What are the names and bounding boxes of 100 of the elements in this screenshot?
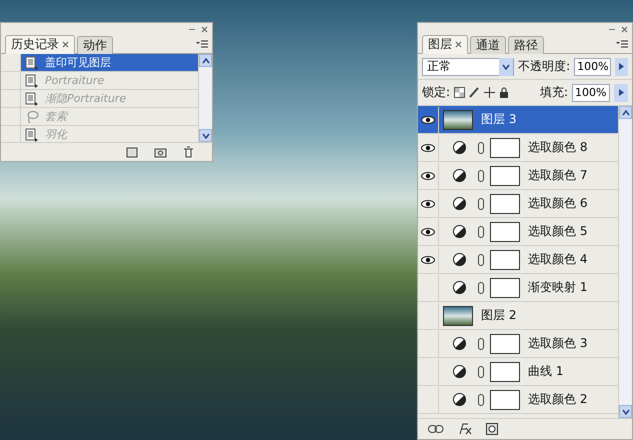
chain-link-icon bbox=[478, 254, 484, 266]
document-icon bbox=[25, 56, 39, 70]
lock-transparency-icon[interactable] bbox=[454, 87, 466, 98]
minimize-icon[interactable] bbox=[609, 28, 615, 30]
fill-field[interactable]: 100% bbox=[572, 84, 610, 102]
layer-mask-thumbnail bbox=[490, 278, 520, 298]
eye-icon bbox=[421, 116, 435, 124]
document-icon bbox=[25, 128, 39, 142]
layer-mask-thumbnail bbox=[490, 362, 520, 382]
adjustment-layer-icon bbox=[453, 365, 466, 378]
adjustment-layer-icon bbox=[453, 197, 466, 210]
adjustment-layer-icon bbox=[453, 393, 466, 406]
layer-mask-thumbnail bbox=[490, 166, 520, 186]
adjustment-layer-icon bbox=[453, 253, 466, 266]
brush-icon[interactable] bbox=[469, 87, 480, 98]
scroll-down-icon bbox=[502, 64, 510, 70]
layer-row[interactable]: 选取颜色 5 bbox=[418, 218, 618, 246]
link-icon[interactable] bbox=[428, 425, 444, 433]
opacity-arrow-button[interactable] bbox=[614, 58, 628, 76]
chain-link-icon bbox=[478, 142, 484, 154]
eye-icon bbox=[421, 144, 435, 152]
layer-row[interactable]: 渐变映射 1 bbox=[418, 274, 618, 302]
chain-link-icon bbox=[478, 226, 484, 238]
close-icon[interactable] bbox=[455, 41, 462, 48]
layer-row[interactable]: 选取颜色 2 bbox=[418, 386, 618, 414]
visibility-toggle[interactable] bbox=[418, 218, 439, 244]
lasso-icon bbox=[25, 110, 39, 124]
layer-name: 选取颜色 4 bbox=[528, 251, 588, 268]
layer-mask-thumbnail bbox=[490, 194, 520, 214]
scroll-down-icon bbox=[202, 132, 210, 138]
visibility-toggle[interactable] bbox=[418, 246, 439, 272]
layer-name: 选取颜色 2 bbox=[528, 391, 588, 408]
chain-link-icon bbox=[478, 282, 484, 294]
layer-name: 选取颜色 6 bbox=[528, 195, 588, 212]
move-icon[interactable] bbox=[484, 87, 496, 98]
lock-icon[interactable] bbox=[499, 87, 510, 98]
new-document-icon[interactable] bbox=[126, 146, 138, 158]
close-icon[interactable] bbox=[201, 26, 208, 32]
layer-name: 渐变映射 1 bbox=[528, 279, 588, 296]
eye-icon bbox=[421, 200, 435, 208]
panel-tab[interactable]: 历史记录 bbox=[5, 35, 75, 54]
chain-link-icon bbox=[478, 394, 484, 406]
layer-name: 选取颜色 7 bbox=[528, 167, 588, 184]
layer-row[interactable]: 选取颜色 3 bbox=[418, 330, 618, 358]
layer-mask-thumbnail bbox=[490, 390, 520, 410]
panel-tab[interactable]: 动作 bbox=[77, 36, 113, 54]
adjustment-layer-icon bbox=[453, 337, 466, 350]
blend-mode-dropdown[interactable]: 正常 bbox=[422, 58, 514, 76]
document-icon bbox=[25, 74, 39, 88]
layer-mask-thumbnail bbox=[490, 222, 520, 242]
panel-menu-icon[interactable] bbox=[196, 40, 208, 49]
layer-row[interactable]: 选取颜色 6 bbox=[418, 190, 618, 218]
scrollbar[interactable] bbox=[618, 106, 632, 418]
scroll-down-icon bbox=[622, 408, 630, 414]
chain-link-icon bbox=[478, 366, 484, 378]
visibility-toggle[interactable] bbox=[418, 190, 439, 216]
layer-name: 选取颜色 5 bbox=[528, 223, 588, 240]
effects-icon[interactable] bbox=[458, 423, 472, 435]
layer-thumbnail bbox=[443, 306, 473, 326]
panel-tab[interactable]: 图层 bbox=[422, 35, 468, 54]
adjustment-layer-icon bbox=[453, 281, 466, 294]
layer-thumbnail bbox=[443, 110, 473, 130]
chain-link-icon bbox=[478, 338, 484, 350]
play-icon bbox=[618, 63, 624, 70]
scroll-up-icon bbox=[622, 110, 630, 116]
visibility-toggle[interactable] bbox=[418, 106, 439, 132]
panel-menu-icon[interactable] bbox=[616, 40, 628, 49]
opacity-field[interactable]: 100% bbox=[574, 58, 611, 76]
panel-tab[interactable]: 路径 bbox=[508, 36, 544, 54]
layer-row[interactable]: 选取颜色 8 bbox=[418, 134, 618, 162]
camera-icon[interactable] bbox=[154, 146, 167, 158]
layer-mask-thumbnail bbox=[490, 334, 520, 354]
layer-row[interactable]: 曲线 1 bbox=[418, 358, 618, 386]
history-item[interactable]: 盖印可见图层 bbox=[21, 54, 198, 71]
scrollbar[interactable] bbox=[198, 54, 212, 142]
layer-name: 选取颜色 8 bbox=[528, 139, 588, 156]
trash-icon[interactable] bbox=[183, 146, 194, 158]
lock-label: 锁定: bbox=[422, 84, 450, 101]
minimize-icon[interactable] bbox=[189, 28, 195, 30]
layer-row[interactable]: 图层 2 bbox=[418, 302, 618, 330]
eye-icon bbox=[421, 256, 435, 264]
layer-row[interactable]: 选取颜色 4 bbox=[418, 246, 618, 274]
adjustment-layer-icon bbox=[453, 141, 466, 154]
close-icon[interactable] bbox=[62, 41, 69, 48]
eye-icon bbox=[421, 228, 435, 236]
layer-mask-thumbnail bbox=[490, 138, 520, 158]
chain-link-icon bbox=[478, 170, 484, 182]
panel-tab[interactable]: 通道 bbox=[470, 36, 506, 54]
layer-row[interactable]: 图层 3 bbox=[418, 106, 618, 134]
layer-name: 选取颜色 3 bbox=[528, 335, 588, 352]
layer-mask-thumbnail bbox=[490, 250, 520, 270]
fill-arrow-button[interactable] bbox=[614, 84, 628, 102]
scroll-up-icon bbox=[202, 58, 210, 64]
visibility-toggle[interactable] bbox=[418, 134, 439, 160]
adjustment-layer-icon bbox=[453, 169, 466, 182]
mask-icon[interactable] bbox=[486, 423, 498, 435]
opacity-label: 不透明度: bbox=[518, 58, 570, 75]
close-icon[interactable] bbox=[621, 26, 628, 32]
visibility-toggle[interactable] bbox=[418, 162, 439, 188]
layer-row[interactable]: 选取颜色 7 bbox=[418, 162, 618, 190]
